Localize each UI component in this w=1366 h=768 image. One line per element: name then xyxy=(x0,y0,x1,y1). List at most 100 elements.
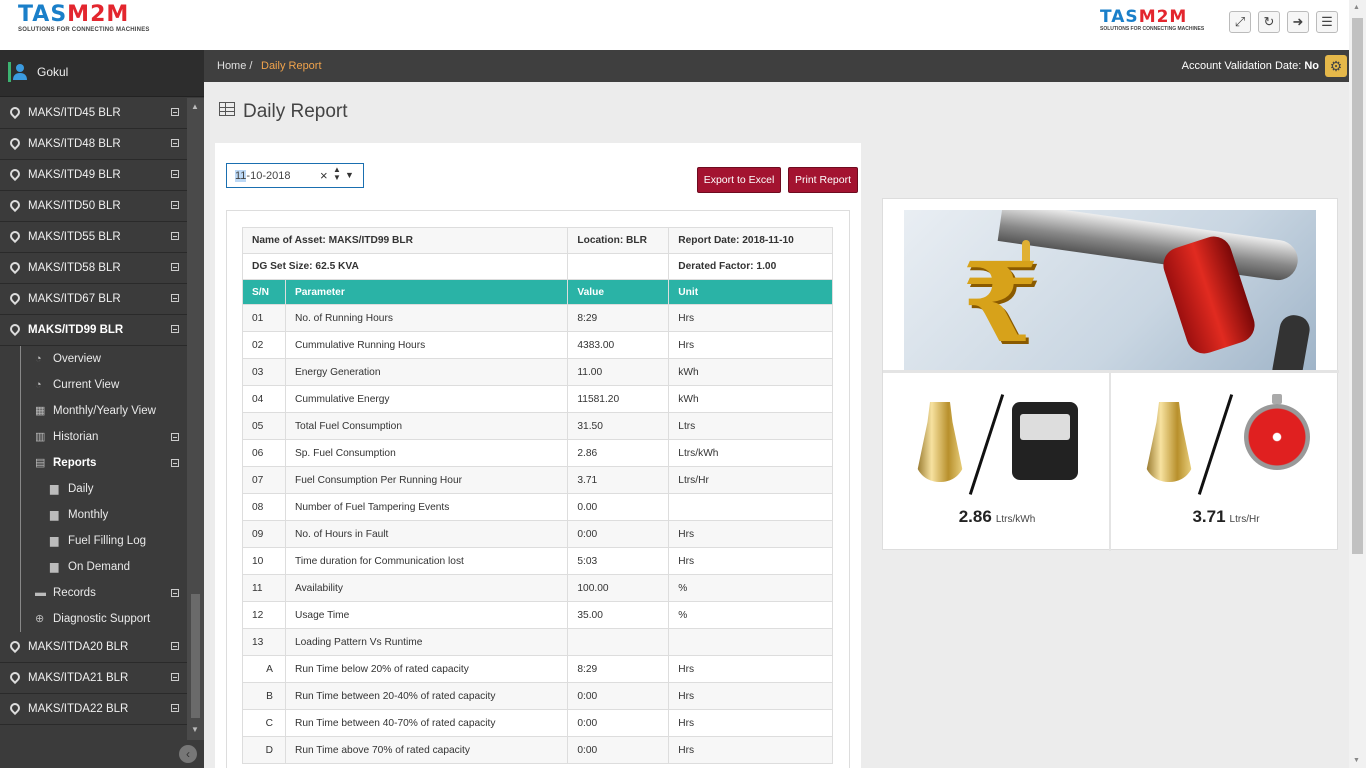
submenu-historian[interactable]: ▥ Historian xyxy=(0,424,187,450)
submenu-records[interactable]: ▬ Records xyxy=(0,580,187,606)
logo-right-tagline: SOLUTIONS FOR CONNECTING MACHINES xyxy=(1100,26,1205,32)
brand-logo-right: TASM2M SOLUTIONS FOR CONNECTING MACHINES xyxy=(1100,9,1205,33)
asset-item[interactable]: MAKS/ITDA22 BLR xyxy=(0,694,187,725)
breadcrumb-home[interactable]: Home / xyxy=(217,60,252,72)
submenu-label: Overview xyxy=(53,353,101,365)
submenu-fuel-filling-log[interactable]: ▆ Fuel Filling Log xyxy=(0,528,187,554)
date-picker[interactable]: 11-10-2018 × ▲ ▼ ▼ xyxy=(226,163,364,188)
location-pin-icon xyxy=(7,321,23,337)
scroll-up-icon[interactable]: ▲ xyxy=(191,102,199,111)
cell-value: 100.00 xyxy=(567,574,670,602)
table-row: 07 Fuel Consumption Per Running Hour 3.71 L… xyxy=(242,466,833,494)
brand-logo[interactable]: TASM2M SOLUTIONS FOR CONNECTING MACHINES xyxy=(18,4,150,34)
expand-icon[interactable] xyxy=(171,232,179,240)
expand-icon[interactable] xyxy=(171,139,179,147)
cell-unit: % xyxy=(668,601,833,629)
expand-icon[interactable] xyxy=(171,642,179,650)
logout-icon[interactable]: ➜ xyxy=(1287,11,1309,33)
submenu-label: Monthly/Yearly View xyxy=(53,405,156,417)
chart-icon: ▥ xyxy=(35,431,46,443)
table-body: 01 No. of Running Hours 8:29 Hrs 02 Cummulati… xyxy=(242,304,833,764)
print-report-button[interactable]: Print Report xyxy=(788,167,858,193)
submenu-diagnostic-support[interactable]: ⊕ Diagnostic Support xyxy=(0,606,187,632)
kpi-number: 2.86 xyxy=(958,507,992,526)
expand-icon[interactable] xyxy=(171,673,179,681)
expand-icon[interactable] xyxy=(171,201,179,209)
table-row: 11 Availability 100.00% xyxy=(242,574,833,602)
fuel-nozzle-shape xyxy=(997,210,1301,283)
collapse-icon[interactable] xyxy=(171,459,179,467)
fullscreen-icon[interactable]: ⤢ xyxy=(1229,11,1251,33)
file-icon: ▆ xyxy=(50,535,59,547)
scroll-down-icon[interactable]: ▼ xyxy=(1353,757,1360,764)
location-pin-icon xyxy=(7,638,23,654)
expand-icon[interactable] xyxy=(171,108,179,116)
asset-item[interactable]: MAKS/ITD49 BLR xyxy=(0,160,187,191)
table-row: 12 Usage Time 35.00% xyxy=(242,601,833,629)
user-panel[interactable]: Gokul xyxy=(0,50,204,97)
menu-icon[interactable]: ☰ xyxy=(1316,11,1338,33)
location-pin-icon xyxy=(7,259,23,275)
cell-param: Cummulative Energy xyxy=(284,385,569,413)
scroll-down-icon[interactable]: ▼ xyxy=(191,725,199,734)
stopwatch-icon xyxy=(1244,394,1310,470)
clear-icon[interactable]: × xyxy=(320,168,328,183)
table-row: A Run Time below 20% of rated capacity 8:2… xyxy=(242,655,833,683)
page-scrollbar[interactable]: ▲ ▼ xyxy=(1349,0,1366,768)
submenu-on-demand[interactable]: ▆ On Demand xyxy=(0,554,187,580)
spinner-icon[interactable]: ▲ ▼ xyxy=(333,166,341,182)
sidebar-scroll-thumb[interactable] xyxy=(191,594,200,718)
asset-label: MAKS/ITDA21 BLR xyxy=(28,672,129,684)
expand-icon[interactable] xyxy=(171,294,179,302)
logo-tagline: SOLUTIONS FOR CONNECTING MACHINES xyxy=(18,27,150,33)
meter-face xyxy=(1020,414,1070,440)
file-icon: ▆ xyxy=(50,561,59,573)
date-value[interactable]: 11-10-2018 xyxy=(235,170,290,182)
divider xyxy=(1109,371,1111,551)
submenu-daily[interactable]: ▆ Daily xyxy=(0,476,187,502)
cell-param: Fuel Consumption Per Running Hour xyxy=(284,466,569,494)
cell-unit: kWh xyxy=(668,358,833,386)
submenu-overview[interactable]: ◔ Overview xyxy=(0,346,187,372)
derated-factor: Derated Factor: 1.00 xyxy=(668,253,833,280)
scroll-up-icon[interactable]: ▲ xyxy=(1353,4,1360,11)
expand-icon[interactable] xyxy=(171,433,179,441)
cell-sn: 07 xyxy=(242,466,286,494)
sidebar-scrollbar[interactable]: ▲ ▼ xyxy=(187,98,204,740)
submenu-monthly-yearly[interactable]: ▦ Monthly/Yearly View xyxy=(0,398,187,424)
chevron-down-icon[interactable]: ▼ xyxy=(345,170,354,180)
expand-icon[interactable] xyxy=(171,589,179,597)
asset-item[interactable]: MAKS/ITD45 BLR xyxy=(0,98,187,129)
export-excel-button[interactable]: Export to Excel xyxy=(697,167,781,193)
submenu-label: On Demand xyxy=(68,561,131,573)
fuel-jug-icon xyxy=(1144,402,1194,482)
expand-icon[interactable] xyxy=(171,704,179,712)
expand-icon[interactable] xyxy=(171,263,179,271)
gear-icon[interactable]: ⚙ xyxy=(1325,55,1347,77)
asset-item[interactable]: MAKS/ITD67 BLR xyxy=(0,284,187,315)
cell-unit: Hrs xyxy=(668,520,833,548)
asset-item[interactable]: MAKS/ITD55 BLR xyxy=(0,222,187,253)
asset-item[interactable]: MAKS/ITD50 BLR xyxy=(0,191,187,222)
submenu-current-view[interactable]: ◔ Current View xyxy=(0,372,187,398)
asset-item[interactable]: MAKS/ITDA20 BLR xyxy=(0,632,187,663)
cell-param: Cummulative Running Hours xyxy=(284,331,569,359)
submenu-monthly[interactable]: ▆ Monthly xyxy=(0,502,187,528)
table-row: 03 Energy Generation 11.00 kWh xyxy=(242,358,833,386)
asset-item[interactable]: MAKS/ITD58 BLR xyxy=(0,253,187,284)
asset-item[interactable]: MAKS/ITD48 BLR xyxy=(0,129,187,160)
asset-item[interactable]: MAKS/ITDA21 BLR xyxy=(0,663,187,694)
location-pin-icon xyxy=(7,669,23,685)
asset-item-active[interactable]: MAKS/ITD99 BLR xyxy=(0,315,187,346)
header-unit: Unit xyxy=(668,279,833,305)
submenu-reports[interactable]: ▤ Reports xyxy=(0,450,187,476)
collapse-icon[interactable] xyxy=(171,325,179,333)
expand-icon[interactable] xyxy=(171,170,179,178)
cell-sn: 13 xyxy=(242,628,286,656)
refresh-icon[interactable]: ↻ xyxy=(1258,11,1280,33)
collapse-sidebar-icon[interactable]: ‹ xyxy=(179,745,197,763)
cell-param: No. of Running Hours xyxy=(284,304,569,332)
fuel-jug-icon xyxy=(915,402,965,482)
report-container: Name of Asset: MAKS/ITD99 BLR Location: … xyxy=(226,210,850,768)
page-scroll-thumb[interactable] xyxy=(1352,18,1363,554)
